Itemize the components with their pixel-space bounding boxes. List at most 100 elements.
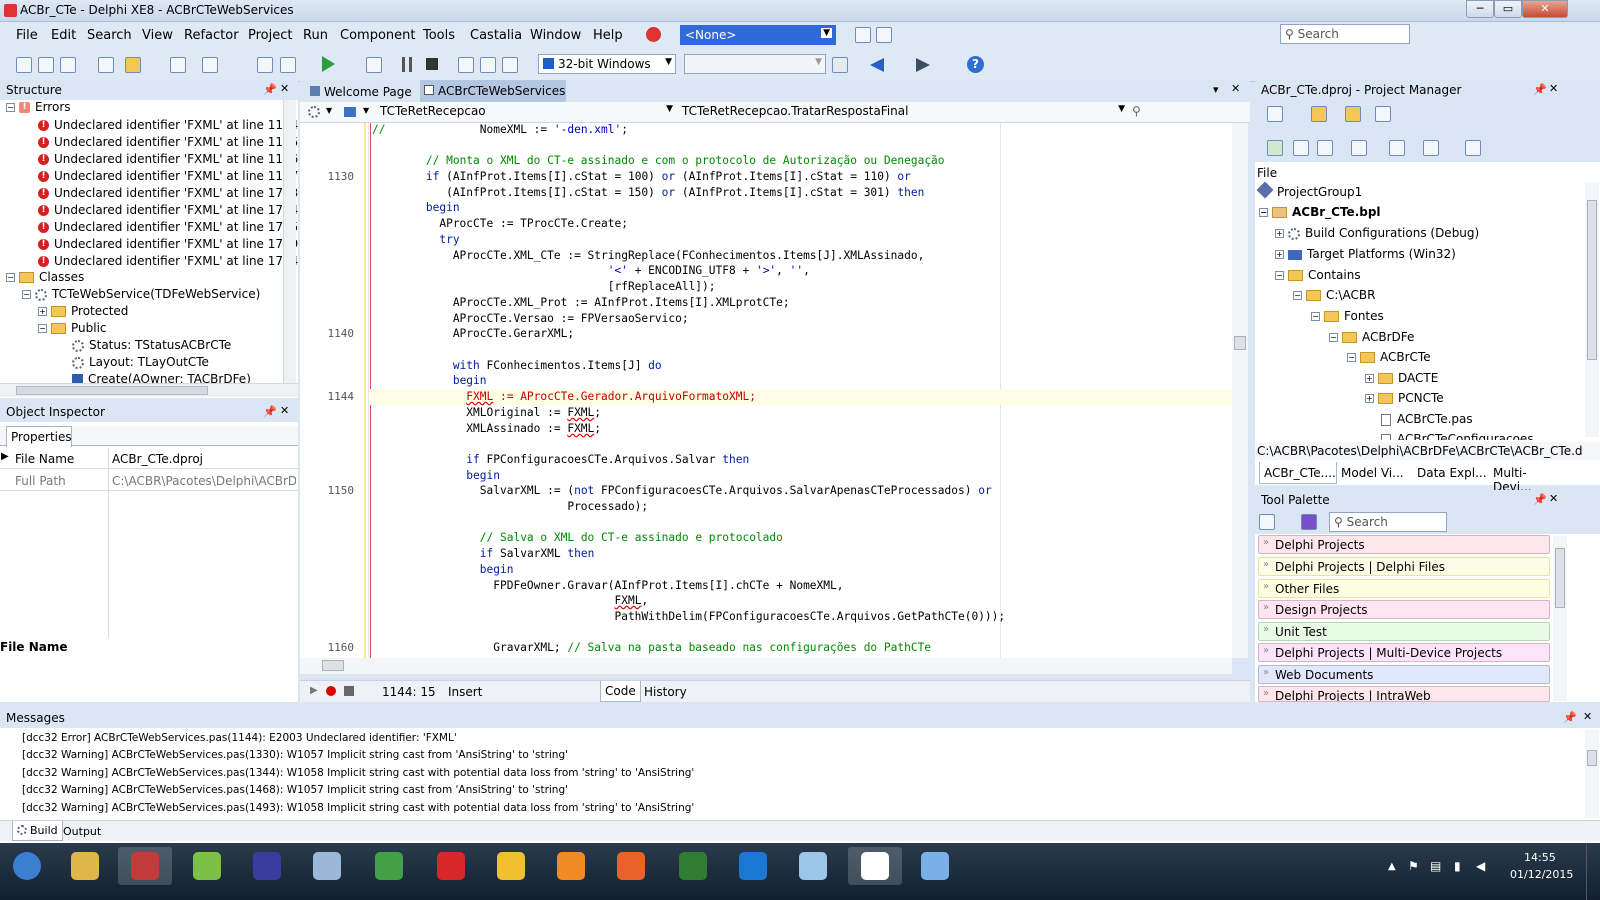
collapse-icon[interactable]: − (6, 273, 15, 282)
save-desktop-icon[interactable] (876, 27, 892, 43)
menu-castalia[interactable]: Castalia (470, 28, 522, 43)
save-all-icon[interactable] (202, 57, 218, 73)
menu-file[interactable]: File (16, 28, 38, 43)
signal-icon[interactable]: ▮ (1454, 859, 1461, 873)
pm-item[interactable]: − ACBrCTe (1347, 350, 1431, 367)
new-folder-icon[interactable] (1311, 106, 1327, 122)
menu-view[interactable]: View (142, 28, 173, 43)
close-icon[interactable]: ✕ (1583, 710, 1592, 723)
run-without-debug-icon[interactable] (366, 57, 382, 73)
chevron-down-icon[interactable]: ▼ (326, 106, 332, 115)
expand-icon[interactable]: + (1275, 250, 1284, 259)
expand-all-icon[interactable] (1293, 140, 1309, 156)
taskbar-android-button[interactable] (180, 847, 234, 885)
device-combo[interactable]: ▼ (684, 54, 826, 74)
expand-icon[interactable]: + (1365, 374, 1374, 383)
palette-vertical-scrollbar[interactable] (1553, 536, 1567, 701)
taskbar-box-button[interactable] (300, 847, 354, 885)
tree-class[interactable]: − TCTeWebService(TDFeWebService) (22, 287, 260, 304)
taskbar-ibm-button[interactable] (362, 847, 416, 885)
volume-icon[interactable]: ◀ (1476, 859, 1485, 873)
pin-icon[interactable]: 📌 (1533, 493, 1547, 506)
collapse-icon[interactable]: − (22, 290, 31, 299)
palette-category[interactable]: » Design Projects (1258, 600, 1550, 619)
palette-category[interactable]: » Delphi Projects | Delphi Files (1258, 557, 1550, 576)
collapse-icon[interactable]: − (1347, 353, 1356, 362)
menu-component[interactable]: Component (340, 28, 415, 43)
taskbar-excel-button[interactable] (666, 847, 720, 885)
palette-category[interactable]: » Delphi Projects (1258, 535, 1550, 554)
new-items-icon[interactable] (38, 57, 54, 73)
palette-category[interactable]: » Delphi Projects | IntraWeb (1258, 686, 1550, 702)
editor-horizontal-scrollbar[interactable] (300, 658, 1232, 674)
stop-icon[interactable] (646, 27, 661, 42)
filter-icon[interactable] (1301, 514, 1317, 530)
taskbar-start-button[interactable] (0, 847, 54, 885)
desktop-layout-icon[interactable] (855, 27, 871, 43)
open-icon[interactable] (60, 57, 76, 73)
taskbar-projeto-acbr-button[interactable] (848, 847, 902, 885)
tab-code[interactable]: Code (600, 681, 641, 702)
remove-file-icon[interactable] (280, 57, 296, 73)
minimize-button[interactable]: ─ (1466, 0, 1494, 18)
clock-date[interactable]: 01/12/2015 (1510, 868, 1573, 881)
pin-icon[interactable]: 📌 (1563, 711, 1577, 724)
collapse-icon[interactable]: − (6, 103, 15, 112)
message-line-error[interactable]: [dcc32 Error] ACBrCTeWebServices.pas(114… (22, 732, 457, 749)
close-icon[interactable]: ✕ (1549, 492, 1558, 505)
scroll-thumb[interactable] (322, 660, 344, 671)
collapse-icon[interactable]: − (1329, 333, 1338, 342)
expand-icon[interactable]: + (1365, 394, 1374, 403)
tab-acbrctewebservices[interactable]: ACBrCTeWebServices (420, 80, 566, 102)
tab-history[interactable]: History (644, 685, 687, 699)
taskbar-media-button[interactable] (544, 847, 598, 885)
show-desktop-button[interactable] (1586, 843, 1600, 900)
pm-tab[interactable]: ACBr_CTe.... (1259, 462, 1337, 484)
deploy-icon[interactable] (1465, 140, 1481, 156)
tab-properties[interactable]: Properties (6, 426, 72, 447)
tray-up-arrow-icon[interactable]: ▲ (1388, 861, 1396, 872)
ide-search-input[interactable]: ⚲ Search (1280, 24, 1410, 44)
palette-search-input[interactable]: ⚲ Search (1329, 512, 1447, 532)
scroll-thumb[interactable] (1587, 200, 1597, 360)
menu-help[interactable]: Help (593, 28, 623, 43)
menu-refactor[interactable]: Refactor (184, 28, 239, 43)
collapse-icon[interactable]: − (1311, 312, 1320, 321)
collapse-icon[interactable]: − (38, 324, 47, 333)
network-icon[interactable]: ▤ (1430, 859, 1441, 873)
editor-vertical-scrollbar[interactable] (1232, 123, 1248, 658)
message-line[interactable]: [dcc32 Warning] ACBrCTeWebServices.pas(1… (22, 784, 568, 801)
compare-icon[interactable] (1389, 140, 1405, 156)
error-item[interactable]: ! Undeclared identifier 'FXML' at line 17… (38, 237, 298, 254)
expand-icon[interactable]: + (38, 307, 47, 316)
menu-project[interactable]: Project (248, 28, 292, 43)
error-item[interactable]: ! Undeclared identifier 'FXML' at line 17… (38, 186, 298, 203)
menu-search[interactable]: Search (87, 28, 132, 43)
chevron-down-icon[interactable]: ▼ (363, 106, 369, 115)
message-line[interactable]: [dcc32 Warning] ACBrCTeWebServices.pas(1… (22, 767, 694, 784)
pm-item[interactable]: − Contains (1275, 268, 1361, 285)
error-item[interactable]: ! Undeclared identifier 'FXML' at line 17… (38, 254, 298, 271)
vertical-scrollbar[interactable] (283, 100, 296, 384)
scroll-thumb[interactable] (1555, 548, 1565, 608)
pm-item[interactable]: + Target Platforms (Win32) (1275, 247, 1456, 264)
pm-item[interactable]: + DACTE (1365, 371, 1438, 388)
build-order-icon[interactable] (1351, 140, 1367, 156)
forward-arrow-icon[interactable] (916, 58, 930, 72)
sync-icon[interactable] (1267, 140, 1283, 156)
horizontal-scrollbar[interactable] (0, 383, 298, 397)
record-icon[interactable] (326, 686, 336, 696)
pin-icon[interactable]: 📌 (1533, 83, 1547, 96)
reopen-icon[interactable] (98, 57, 114, 73)
menu-tools[interactable]: Tools (423, 28, 455, 43)
palette-category[interactable]: » Unit Test (1258, 622, 1550, 641)
stop-debug-icon[interactable] (426, 58, 438, 70)
method-combo[interactable]: TCTeRetRecepcao.TratarRespostaFinal ▼ (678, 102, 1128, 122)
palette-category[interactable]: » Other Files (1258, 579, 1550, 598)
new-icon[interactable] (16, 57, 32, 73)
tree-errors[interactable]: −! Errors (6, 100, 71, 117)
pm-item[interactable]: ACBrCTeConfiguracoes (1381, 432, 1534, 440)
code-editor[interactable]: 1130 1140 1144 1150 1160 // NomeXML := '… (300, 123, 1240, 658)
target-platform-combo[interactable]: 32-bit Windows ▼ (538, 54, 676, 74)
property-row[interactable]: ▶ File Name ACBr_CTe.dproj (0, 448, 298, 469)
